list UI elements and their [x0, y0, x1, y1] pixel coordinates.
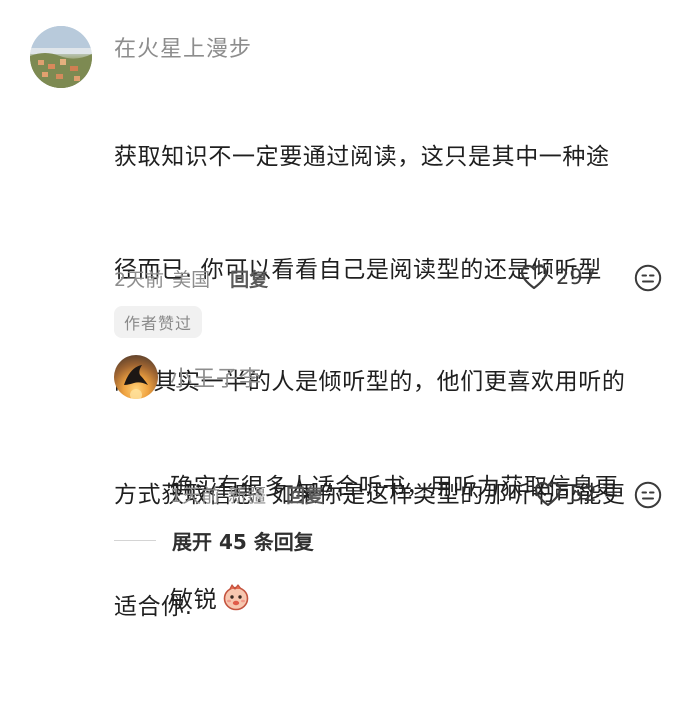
avatar-landscape-image	[30, 26, 92, 88]
like-button[interactable]: 297	[520, 264, 596, 290]
expand-replies-button[interactable]: 展开 45 条回复	[114, 526, 314, 555]
author-liked-badge: 作者赞过	[114, 306, 203, 338]
like-button[interactable]: 52	[534, 481, 597, 507]
reply-button[interactable]: 回复	[230, 265, 268, 292]
comment-location: 美国	[172, 269, 211, 291]
reply-meta: 1天前 新疆 回复	[170, 481, 332, 508]
heart-outline-icon	[520, 264, 548, 290]
cute-face-emoji-icon	[221, 582, 251, 625]
divider	[114, 540, 156, 541]
reply-time: 1天前	[170, 485, 221, 507]
reply-text-fragment: 敏锐	[170, 586, 218, 613]
heart-outline-icon	[534, 481, 562, 507]
reply-location: 新疆	[228, 485, 267, 507]
like-count: 297	[556, 265, 597, 289]
avatar-dolphin-image	[124, 365, 148, 399]
avatar[interactable]	[114, 355, 158, 399]
comment-text-line: 获取知识不一定要通过阅读，这只是其中一种途	[114, 144, 610, 170]
face-emoji-icon[interactable]	[634, 264, 662, 296]
avatar[interactable]	[30, 26, 92, 88]
comment-time: 2天前	[114, 269, 165, 291]
face-emoji-icon[interactable]	[634, 481, 662, 513]
comment-username[interactable]: 在火星上漫步	[114, 31, 252, 63]
reply-username[interactable]: 小王子李	[170, 361, 262, 393]
like-count: 52	[570, 482, 597, 506]
comment-meta: 2天前 美国 回复	[114, 265, 276, 292]
reply-button[interactable]: 回复	[286, 481, 324, 508]
reply-text-line: 敏锐	[170, 582, 618, 625]
expand-replies-label: 展开 45 条回复	[172, 530, 314, 554]
